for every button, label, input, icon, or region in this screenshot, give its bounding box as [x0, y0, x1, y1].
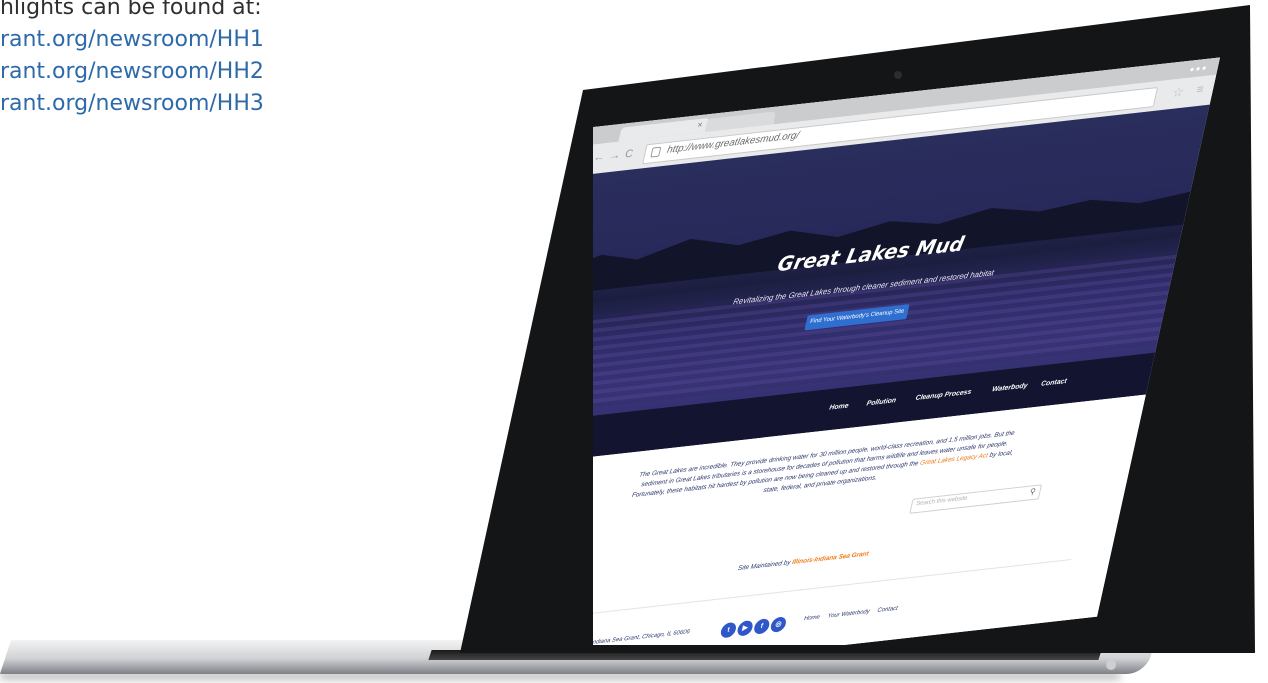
nav-contact[interactable]: Contact: [1040, 378, 1067, 388]
close-icon[interactable]: ×: [696, 119, 703, 130]
social-links: t ▶ f ◎: [719, 612, 790, 639]
laptop-mockup: × ••• ← → C http://www.greatlakesmud.org…: [0, 0, 1268, 683]
search-box[interactable]: Search this website ⚲: [909, 484, 1042, 514]
instagram-icon[interactable]: ◎: [769, 616, 788, 633]
lock-icon: [650, 146, 662, 158]
power-led: [1106, 660, 1116, 670]
nav-cleanup-process[interactable]: Cleanup Process: [915, 389, 972, 402]
footer-link-contact[interactable]: Contact: [877, 606, 899, 614]
footer-link-waterbody[interactable]: Your Waterbody: [827, 609, 870, 620]
footer-links: Home Your Waterbody Contact: [803, 605, 906, 623]
forward-icon[interactable]: →: [608, 149, 621, 162]
back-icon[interactable]: ←: [593, 151, 606, 164]
nav-waterbody[interactable]: Waterbody: [991, 382, 1028, 393]
twitter-icon[interactable]: t: [719, 621, 738, 639]
search-input[interactable]: Search this website: [916, 496, 968, 508]
youtube-icon[interactable]: ▶: [736, 619, 755, 637]
camera-icon: [894, 71, 902, 79]
laptop-screen: × ••• ← → C http://www.greatlakesmud.org…: [593, 57, 1229, 645]
sea-grant-link[interactable]: Illinois-Indiana Sea Grant: [791, 550, 869, 566]
star-icon[interactable]: ☆: [1171, 84, 1186, 101]
window-dots-icon[interactable]: •••: [1188, 61, 1209, 77]
maintained-prefix: Site Maintained by: [737, 559, 793, 573]
nav-pollution[interactable]: Pollution: [866, 397, 897, 407]
search-icon[interactable]: ⚲: [1029, 487, 1037, 497]
footer-link-home[interactable]: Home: [803, 614, 820, 622]
menu-icon[interactable]: ≡: [1195, 82, 1205, 97]
nav-home[interactable]: Home: [829, 403, 850, 412]
browser-window: × ••• ← → C http://www.greatlakesmud.org…: [593, 57, 1221, 645]
facebook-icon[interactable]: f: [752, 618, 771, 635]
reload-icon[interactable]: C: [624, 148, 634, 161]
